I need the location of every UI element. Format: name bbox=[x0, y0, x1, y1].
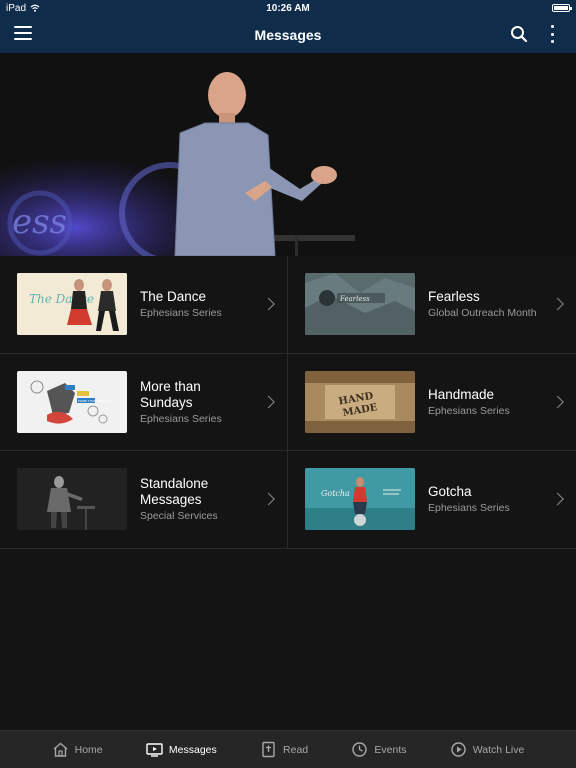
series-info: More than Sundays Ephesians Series bbox=[140, 379, 255, 425]
tab-events[interactable]: Events bbox=[351, 741, 407, 758]
series-thumbnail bbox=[17, 468, 127, 531]
tab-watch-live[interactable]: Watch Live bbox=[450, 741, 525, 758]
series-item-gotcha[interactable]: Gotcha Gotcha Ephesians Series bbox=[288, 451, 576, 548]
series-thumbnail: HAND MADE bbox=[305, 370, 415, 433]
tab-label: Home bbox=[74, 743, 103, 756]
series-info: Fearless Global Outreach Month bbox=[428, 289, 543, 319]
play-circle-icon bbox=[451, 742, 466, 757]
page-title: Messages bbox=[254, 26, 322, 43]
series-thumbnail: MORE THAN SUNDAYS bbox=[17, 370, 127, 433]
bottom-tab-bar: Home Messages Read Events Watch Live bbox=[0, 730, 576, 768]
svg-text:Fearless: Fearless bbox=[339, 295, 370, 303]
series-info: The Dance Ephesians Series bbox=[140, 289, 255, 319]
fearless-artwork: Fearless bbox=[305, 273, 415, 336]
battery-icon bbox=[552, 4, 572, 12]
hamburger-menu-icon[interactable] bbox=[14, 26, 32, 40]
series-title: More than Sundays bbox=[140, 378, 201, 410]
series-row: The Dance The Dance Ephesians Series Fea… bbox=[0, 256, 576, 354]
gotcha-artwork: Gotcha bbox=[305, 468, 415, 531]
status-left: iPad bbox=[6, 3, 40, 14]
series-grid: The Dance The Dance Ephesians Series Fea… bbox=[0, 256, 576, 549]
more-options-icon[interactable] bbox=[544, 25, 560, 43]
series-subtitle: Global Outreach Month bbox=[428, 307, 537, 320]
the-dance-artwork: The Dance bbox=[17, 273, 127, 336]
series-subtitle: Ephesians Series bbox=[428, 502, 510, 515]
nav-bar: Messages bbox=[0, 16, 576, 53]
tab-messages[interactable]: Messages bbox=[146, 741, 217, 758]
device-label: iPad bbox=[6, 2, 27, 14]
clock-icon bbox=[352, 742, 368, 757]
chevron-right-icon bbox=[262, 297, 275, 311]
series-title: Gotcha bbox=[428, 484, 472, 500]
chevron-right-icon bbox=[551, 297, 564, 311]
tab-label: Watch Live bbox=[472, 743, 525, 756]
series-row: Standalone Messages Special Services Got… bbox=[0, 451, 576, 549]
svg-text:Gotcha: Gotcha bbox=[321, 489, 350, 498]
battery-level bbox=[554, 6, 568, 10]
series-subtitle: Ephesians Series bbox=[428, 404, 510, 417]
status-bar: iPad 10:26 AM bbox=[0, 0, 576, 16]
standalone-messages-artwork bbox=[17, 468, 127, 531]
chevron-right-icon bbox=[551, 492, 564, 506]
series-info: Handmade Ephesians Series bbox=[428, 387, 543, 417]
tab-label: Messages bbox=[168, 743, 217, 756]
series-title: Handmade bbox=[428, 386, 495, 402]
series-item-more-than-sundays[interactable]: MORE THAN SUNDAYS More than Sundays Ephe… bbox=[0, 353, 288, 450]
home-icon bbox=[53, 742, 68, 757]
hero-image: ess bbox=[0, 53, 576, 256]
wifi-icon bbox=[30, 4, 40, 12]
tv-icon bbox=[146, 743, 163, 757]
tab-read[interactable]: Read bbox=[260, 741, 308, 758]
series-thumbnail: Gotcha bbox=[305, 468, 415, 531]
series-item-the-dance[interactable]: The Dance The Dance Ephesians Series bbox=[0, 256, 288, 353]
series-subtitle: Ephesians Series bbox=[140, 307, 222, 320]
series-thumbnail: The Dance bbox=[17, 273, 127, 336]
status-time: 10:26 AM bbox=[266, 2, 310, 14]
series-row: MORE THAN SUNDAYS More than Sundays Ephe… bbox=[0, 353, 576, 451]
series-thumbnail: Fearless bbox=[305, 273, 415, 336]
more-than-sundays-artwork: MORE THAN SUNDAYS bbox=[17, 370, 127, 433]
tab-home[interactable]: Home bbox=[52, 741, 103, 758]
bible-icon bbox=[262, 741, 275, 758]
series-item-handmade[interactable]: HAND MADE Handmade Ephesians Series bbox=[288, 354, 576, 451]
hero-banner[interactable]: ess bbox=[0, 53, 576, 256]
series-subtitle: Ephesians Series bbox=[140, 412, 222, 425]
series-title: Fearless bbox=[428, 289, 480, 305]
tab-label: Read bbox=[283, 743, 309, 756]
search-icon[interactable] bbox=[510, 25, 528, 43]
svg-text:MORE THAN SUNDAYS: MORE THAN SUNDAYS bbox=[78, 399, 111, 403]
handmade-artwork: HAND MADE bbox=[305, 370, 415, 433]
series-subtitle: Special Services bbox=[140, 510, 218, 523]
series-title: The Dance bbox=[140, 289, 207, 305]
svg-text:ess: ess bbox=[12, 202, 67, 242]
series-item-standalone-messages[interactable]: Standalone Messages Special Services bbox=[0, 451, 288, 548]
tab-label: Events bbox=[374, 743, 407, 756]
series-item-fearless[interactable]: Fearless Fearless Global Outreach Month bbox=[288, 256, 576, 353]
chevron-right-icon bbox=[262, 395, 275, 409]
series-info: Gotcha Ephesians Series bbox=[428, 484, 543, 514]
chevron-right-icon bbox=[551, 395, 564, 409]
series-title: Standalone Messages bbox=[140, 476, 209, 508]
chevron-right-icon bbox=[262, 492, 275, 506]
series-info: Standalone Messages Special Services bbox=[140, 476, 255, 522]
